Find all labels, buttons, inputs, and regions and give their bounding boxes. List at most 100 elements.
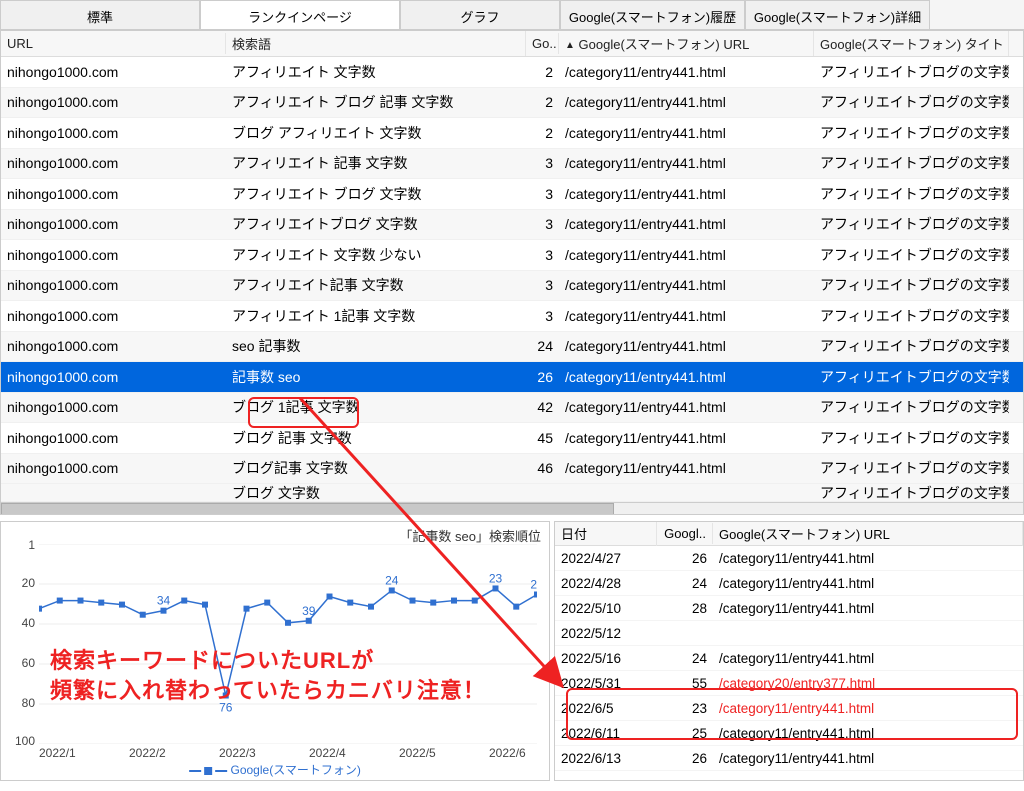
cell-title: アフィリエイトブログの文字数と <box>814 332 1009 360</box>
table-row[interactable]: nihongo1000.comアフィリエイト記事 文字数3/category11… <box>1 271 1023 302</box>
col-header-spurl[interactable]: ▲ Google(スマートフォン) URL <box>559 31 814 56</box>
col-header-title[interactable]: Google(スマートフォン) タイト <box>814 31 1009 56</box>
y-tick: 40 <box>5 616 35 630</box>
table-row[interactable]: nihongo1000.comアフィリエイト ブログ 文字数3/category… <box>1 179 1023 210</box>
table-row[interactable]: nihongo1000.com記事数 seo26/category11/entr… <box>1 362 1023 393</box>
hist-col-rank[interactable]: Googl.. <box>657 523 713 544</box>
cell-go: 24 <box>526 334 559 358</box>
cell-spurl: /category11/entry441.html <box>559 426 814 450</box>
hist-cell-rank: 26 <box>657 749 713 768</box>
cell-spurl: /category11/entry441.html <box>559 182 814 206</box>
table-row[interactable]: nihongo1000.comブログ 記事 文字数45/category11/e… <box>1 423 1023 454</box>
history-row[interactable]: 2022/5/3155/category20/entry377.html <box>555 671 1023 696</box>
hist-col-date[interactable]: 日付 <box>555 521 657 546</box>
cell-go: 3 <box>526 304 559 328</box>
cell-go: 3 <box>526 182 559 206</box>
main-table: URL 検索語 Go.. ▲ Google(スマートフォン) URL Googl… <box>0 30 1024 515</box>
cell-go: 3 <box>526 212 559 236</box>
table-row[interactable]: nihongo1000.comブログ アフィリエイト 文字数2/category… <box>1 118 1023 149</box>
cell-term: アフィリエイト 1記事 文字数 <box>226 302 526 330</box>
tab-history[interactable]: Google(スマートフォン)履歴 <box>560 0 745 29</box>
hist-cell-rank: 25 <box>657 724 713 743</box>
table-row-partial[interactable]: ブログ 文字数アフィリエイトブログの文字数と <box>1 484 1023 502</box>
cell-term: アフィリエイト 記事 文字数 <box>226 149 526 177</box>
chart-panel: 「記事数 seo」検索順位 1 20 40 60 80 100 34763924… <box>0 521 550 781</box>
cell-spurl: /category11/entry441.html <box>559 304 814 328</box>
cell-go <box>526 489 559 497</box>
hist-cell-date: 2022/5/16 <box>555 649 657 668</box>
col-header-url[interactable]: URL <box>1 33 226 54</box>
col-header-go[interactable]: Go.. <box>526 33 559 54</box>
cell-spurl <box>559 489 814 497</box>
cell-spurl: /category11/entry441.html <box>559 243 814 267</box>
col-header-term[interactable]: 検索語 <box>226 31 526 56</box>
table-row[interactable]: nihongo1000.comアフィリエイト ブログ 記事 文字数2/categ… <box>1 88 1023 119</box>
table-row[interactable]: nihongo1000.comアフィリエイトブログ 文字数3/category1… <box>1 210 1023 241</box>
cell-title: アフィリエイトブログの文字数と <box>814 119 1009 147</box>
chart-x-axis: 2022/1 2022/2 2022/3 2022/4 2022/5 2022/… <box>39 746 537 762</box>
hist-cell-rank: 24 <box>657 649 713 668</box>
history-row[interactable]: 2022/5/1624/category11/entry441.html <box>555 646 1023 671</box>
chart-title: 「記事数 seo」検索順位 <box>399 526 541 545</box>
cell-title: アフィリエイトブログの文字数と <box>814 393 1009 421</box>
history-row[interactable]: 2022/5/12 <box>555 621 1023 646</box>
hist-cell-date: 2022/5/10 <box>555 599 657 618</box>
col-header-spurl-label: Google(スマートフォン) URL <box>579 37 750 52</box>
cell-url: nihongo1000.com <box>1 243 226 267</box>
tab-bar: 標準 ランクインページ グラフ Google(スマートフォン)履歴 Google… <box>0 0 1024 30</box>
hist-cell-rank: 55 <box>657 674 713 693</box>
table-row[interactable]: nihongo1000.comアフィリエイト 文字数 少ない3/category… <box>1 240 1023 271</box>
cell-go: 3 <box>526 151 559 175</box>
table-row[interactable]: nihongo1000.comアフィリエイト 記事 文字数3/category1… <box>1 149 1023 180</box>
history-row[interactable]: 2022/6/523/category11/entry441.html <box>555 696 1023 721</box>
hist-col-url[interactable]: Google(スマートフォン) URL <box>713 521 1023 546</box>
hist-cell-url: /category20/entry377.html <box>713 674 1023 693</box>
history-row[interactable]: 2022/5/1028/category11/entry441.html <box>555 596 1023 621</box>
tab-rankin-page[interactable]: ランクインページ <box>200 0 400 29</box>
scrollbar-thumb[interactable] <box>1 503 614 515</box>
cell-spurl: /category11/entry441.html <box>559 395 814 419</box>
cell-spurl: /category11/entry441.html <box>559 365 814 389</box>
history-row[interactable]: 2022/6/1326/category11/entry441.html <box>555 746 1023 771</box>
svg-text:23: 23 <box>489 571 503 585</box>
cell-spurl: /category11/entry441.html <box>559 90 814 114</box>
cell-term: seo 記事数 <box>226 332 526 360</box>
cell-url: nihongo1000.com <box>1 365 226 389</box>
table-row[interactable]: nihongo1000.comブログ 1記事 文字数42/category11/… <box>1 393 1023 424</box>
cell-url: nihongo1000.com <box>1 90 226 114</box>
hist-cell-url: /category11/entry441.html <box>713 549 1023 568</box>
cell-url: nihongo1000.com <box>1 182 226 206</box>
cell-go: 2 <box>526 90 559 114</box>
history-row[interactable]: 2022/6/1125/category11/entry441.html <box>555 721 1023 746</box>
cell-url: nihongo1000.com <box>1 273 226 297</box>
tab-standard[interactable]: 標準 <box>0 0 200 29</box>
cell-spurl: /category11/entry441.html <box>559 60 814 84</box>
tab-graph[interactable]: グラフ <box>400 0 560 29</box>
cell-title: アフィリエイトブログの文字数と <box>814 241 1009 269</box>
cell-term: アフィリエイトブログ 文字数 <box>226 210 526 238</box>
cell-title: アフィリエイトブログの文字数と <box>814 271 1009 299</box>
history-row[interactable]: 2022/4/2824/category11/entry441.html <box>555 571 1023 596</box>
horizontal-scrollbar[interactable] <box>1 502 1023 515</box>
cell-title: アフィリエイトブログの文字数と <box>814 302 1009 330</box>
hist-cell-rank: 26 <box>657 549 713 568</box>
table-row[interactable]: nihongo1000.comアフィリエイト 文字数2/category11/e… <box>1 57 1023 88</box>
table-row[interactable]: nihongo1000.comseo 記事数24/category11/entr… <box>1 332 1023 363</box>
cell-spurl: /category11/entry441.html <box>559 151 814 175</box>
hist-cell-date: 2022/5/12 <box>555 624 657 643</box>
history-row[interactable]: 2022/4/2726/category11/entry441.html <box>555 546 1023 571</box>
chart-y-axis: 1 20 40 60 80 100 <box>5 538 37 748</box>
cell-go: 2 <box>526 60 559 84</box>
hist-cell-rank: 24 <box>657 574 713 593</box>
hist-cell-rank: 28 <box>657 599 713 618</box>
cell-term: アフィリエイト ブログ 記事 文字数 <box>226 88 526 116</box>
tab-detail[interactable]: Google(スマートフォン)詳細 <box>745 0 930 29</box>
hist-cell-date: 2022/4/27 <box>555 549 657 568</box>
hist-cell-url: /category11/entry441.html <box>713 599 1023 618</box>
cell-title: アフィリエイトブログの文字数と <box>814 58 1009 86</box>
cell-term: ブログ 記事 文字数 <box>226 424 526 452</box>
x-tick: 2022/5 <box>399 746 436 760</box>
table-row[interactable]: nihongo1000.comアフィリエイト 1記事 文字数3/category… <box>1 301 1023 332</box>
svg-text:34: 34 <box>157 594 171 608</box>
history-body: 2022/4/2726/category11/entry441.html2022… <box>555 546 1023 771</box>
